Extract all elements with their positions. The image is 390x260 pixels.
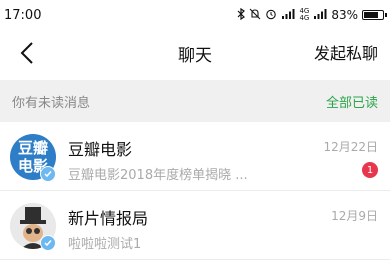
unread-badge: 1	[362, 162, 378, 178]
start-private-chat-button[interactable]: 发起私聊	[314, 40, 378, 64]
back-button[interactable]	[14, 38, 40, 68]
mute-icon	[249, 8, 261, 23]
conversation-item[interactable]: 豆瓣 电影 豆瓣电影 12月22日 豆瓣电影2018年度榜单揭晓 ... 1	[0, 122, 390, 191]
verified-icon	[40, 235, 56, 251]
conversation-name: 豆瓣电影	[68, 140, 133, 159]
status-time: 17:00	[4, 7, 42, 23]
conversation-list: 豆瓣 电影 豆瓣电影 12月22日 豆瓣电影2018年度榜单揭晓 ... 1 新…	[0, 122, 390, 260]
page-title: 聊天	[178, 45, 212, 66]
conversation-time: 12月22日	[323, 140, 378, 154]
battery-icon	[362, 10, 387, 20]
unread-notice-text: 你有未读消息	[12, 95, 91, 111]
conversation-time: 12月9日	[331, 209, 378, 223]
verified-icon	[40, 166, 56, 182]
conversation-preview: 啦啦啦测试1	[68, 237, 142, 252]
4g-signal-icon	[313, 8, 327, 23]
status-bar: 17:00 4G 4G 83%	[0, 0, 390, 30]
avatar-label: 豆瓣	[17, 139, 48, 157]
bluetooth-icon	[237, 7, 246, 23]
battery-percent: 83%	[331, 8, 358, 22]
alarm-icon	[265, 8, 277, 23]
chevron-left-icon	[20, 42, 33, 64]
navigation-bar: 聊天 发起私聊	[0, 30, 390, 76]
conversation-preview: 豆瓣电影2018年度榜单揭晓 ...	[68, 168, 248, 183]
signal-icon	[281, 8, 295, 23]
unread-notice-bar: 你有未读消息 全部已读	[0, 80, 390, 122]
conversation-item[interactable]: 新片情报局 12月9日 啦啦啦测试1	[0, 191, 390, 260]
status-icons: 4G 4G 83%	[237, 7, 387, 23]
conversation-name: 新片情报局	[68, 209, 149, 228]
mark-all-read-button[interactable]: 全部已读	[326, 92, 378, 111]
4g-icon: 4G 4G	[299, 7, 310, 22]
